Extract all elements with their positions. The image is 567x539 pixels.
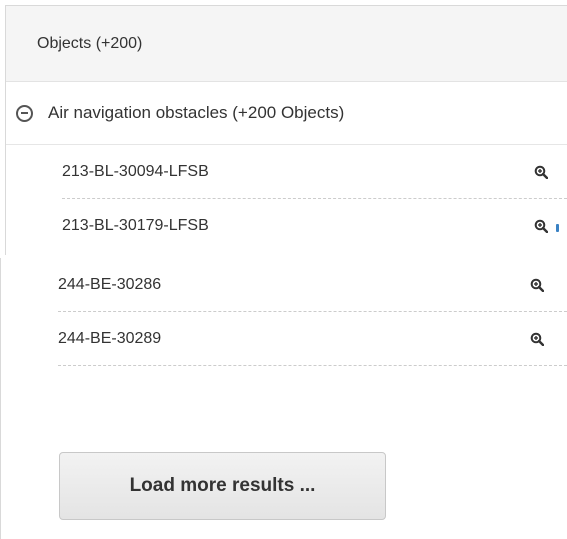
list-item: 213-BL-30179-LFSB xyxy=(62,199,567,253)
list-item: 213-BL-30094-LFSB xyxy=(62,145,567,199)
zoom-in-icon[interactable] xyxy=(530,278,544,292)
zoom-in-icon[interactable] xyxy=(534,219,548,233)
group-label[interactable]: Air navigation obstacles (+200 Objects) xyxy=(48,103,344,123)
list-item-label[interactable]: 213-BL-30179-LFSB xyxy=(62,217,209,235)
panel-header: Objects (+200) xyxy=(6,6,567,82)
partial-icon-edge xyxy=(556,224,559,232)
group-header-air-navigation-obstacles[interactable]: Air navigation obstacles (+200 Objects) xyxy=(6,82,567,145)
results-panel-lower: 244-BE-30286 244-BE-30289 Load more resu… xyxy=(0,258,567,539)
list-item: 244-BE-30286 xyxy=(58,258,567,312)
minus-circle-icon[interactable] xyxy=(16,104,33,122)
results-panel: Objects (+200) Air navigation obstacles … xyxy=(0,0,567,539)
list-item-label[interactable]: 213-BL-30094-LFSB xyxy=(62,163,209,181)
zoom-in-icon[interactable] xyxy=(534,165,548,179)
load-more-button[interactable]: Load more results ... xyxy=(59,452,386,520)
results-panel-upper: Objects (+200) Air navigation obstacles … xyxy=(5,5,567,255)
panel-header-title: Objects (+200) xyxy=(37,34,143,52)
zoom-in-icon[interactable] xyxy=(530,332,544,346)
list-item-label[interactable]: 244-BE-30289 xyxy=(58,330,161,348)
list-item: 244-BE-30289 xyxy=(58,312,567,366)
list-item-label[interactable]: 244-BE-30286 xyxy=(58,276,161,294)
